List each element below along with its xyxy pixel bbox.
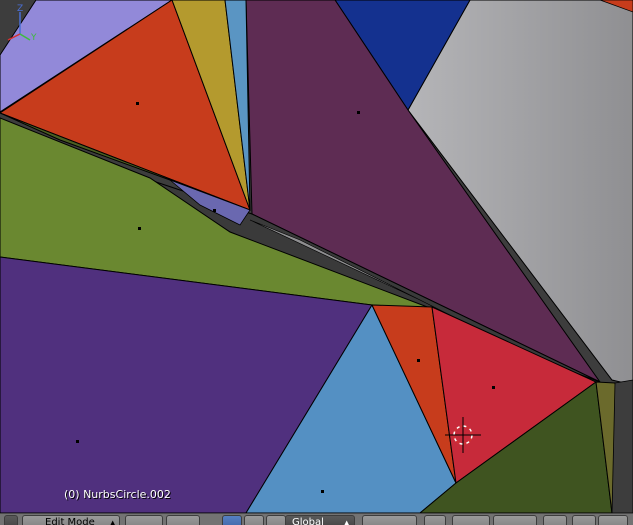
viewport-header: Edit Mode ▲ Global ▲ xyxy=(0,513,633,525)
3d-viewport[interactable]: Z Y (0) NurbsCircle.002 xyxy=(0,0,633,513)
axis-z-label: Z xyxy=(17,4,23,14)
face-right-edge[interactable] xyxy=(611,379,633,513)
object-info-label: (0) NurbsCircle.002 xyxy=(64,488,171,501)
chevron-icon: ▲ xyxy=(110,519,116,525)
face-dot xyxy=(138,227,141,230)
mesh-canvas[interactable] xyxy=(0,0,633,513)
axis-y-label: Y xyxy=(30,33,37,43)
face-dot xyxy=(76,440,79,443)
face-dot xyxy=(357,111,360,114)
face-dot xyxy=(213,209,216,212)
chevron-icon: ▲ xyxy=(344,519,350,525)
axis-gizmo: Z Y xyxy=(7,4,37,43)
face-dot xyxy=(492,386,495,389)
face-dot xyxy=(136,102,139,105)
face-dot xyxy=(321,490,324,493)
face-dot xyxy=(417,359,420,362)
